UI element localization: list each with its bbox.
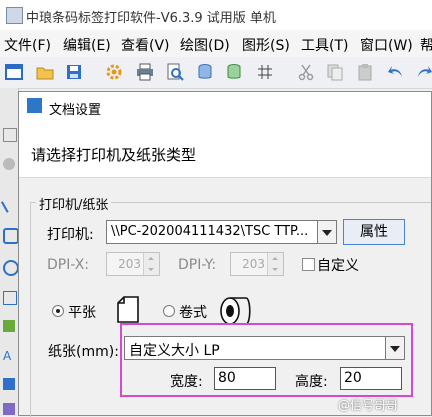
redo-icon[interactable] (414, 62, 432, 82)
roll-paper-icon (220, 296, 252, 326)
qrcode-tool-icon[interactable] (3, 403, 15, 415)
dialog-title: 文档设置 (49, 103, 102, 118)
height-input[interactable]: 20 (340, 367, 402, 390)
height-label: 高度: (295, 374, 328, 390)
paper-size-select[interactable]: 自定义大小 LP (124, 336, 386, 360)
width-label: 宽度: (170, 374, 203, 390)
paste-icon[interactable] (355, 62, 375, 82)
roll-paper-radio[interactable] (163, 305, 175, 317)
dpi-x-value: 203 (118, 257, 141, 271)
ellipse-tool-icon[interactable] (3, 260, 19, 276)
rect-tool-icon[interactable] (3, 228, 19, 244)
print-icon[interactable] (135, 62, 155, 82)
menu-file[interactable]: 文件(F) (4, 35, 51, 55)
dialog-icon (27, 98, 42, 113)
width-input[interactable]: 80 (214, 367, 276, 390)
barcode-tool-icon[interactable] (3, 378, 15, 390)
menu-window[interactable]: 窗口(W) (360, 35, 413, 55)
left-tool-strip: A (0, 88, 20, 416)
image-tool-icon[interactable] (3, 320, 15, 332)
database-icon[interactable] (195, 62, 215, 82)
sheet-paper-icon (117, 296, 139, 323)
menu-help[interactable]: 帮 (420, 35, 432, 55)
dialog-header: 请选择打印机及纸张类型 (19, 121, 431, 178)
dpi-x-label: DPI-X: (47, 257, 90, 273)
menu-tools[interactable]: 工具(T) (301, 35, 348, 55)
dpi-x-spinner (143, 253, 159, 275)
undo-icon[interactable] (386, 62, 406, 82)
custom-dpi-label: 自定义 (317, 258, 359, 274)
custom-dpi-checkbox[interactable] (302, 258, 315, 271)
printer-paper-group-label: 打印机/纸张 (36, 194, 112, 213)
grid-icon[interactable] (255, 62, 275, 82)
dialog-heading: 请选择打印机及纸张类型 (31, 146, 197, 164)
dialog-title-bar: 文档设置 (19, 92, 431, 121)
dpi-x-field: 203 (106, 252, 160, 276)
settings-gear-icon[interactable] (104, 62, 124, 82)
dpi-y-spinner (267, 253, 283, 275)
pointer-tool-icon[interactable] (3, 158, 15, 170)
print-preview-icon[interactable] (165, 62, 185, 82)
menu-edit[interactable]: 编辑(E) (63, 35, 111, 55)
window-title-bar: 中琅条码标签打印软件-V6.3.9 试用版 单机 (0, 0, 432, 30)
line-tool-icon[interactable] (0, 195, 20, 213)
flat-paper-label: 平张 (68, 305, 96, 321)
printer-dropdown-button[interactable] (317, 220, 337, 244)
database-connect-icon[interactable] (225, 62, 245, 82)
cut-icon[interactable] (296, 62, 316, 82)
window-title: 中琅条码标签打印软件-V6.3.9 试用版 单机 (26, 11, 276, 26)
flat-paper-radio[interactable] (52, 305, 64, 317)
menu-draw[interactable]: 绘图(D) (180, 35, 230, 55)
menu-view[interactable]: 查看(V) (121, 35, 170, 55)
dpi-y-value: 203 (242, 257, 265, 271)
app-icon (6, 7, 23, 24)
watermark: @信号哥哥 (338, 398, 399, 412)
toolbar (0, 57, 432, 89)
paper-label: 纸张(mm): (48, 344, 119, 360)
paper-size-dropdown-button[interactable] (385, 336, 405, 360)
properties-button[interactable]: 属性 (343, 219, 405, 245)
menu-bar: 文件(F) 编辑(E) 查看(V) 绘图(D) 图形(S) 工具(T) 窗口(W… (0, 30, 432, 57)
save-icon[interactable] (64, 62, 84, 82)
polygon-tool-icon[interactable] (3, 291, 17, 305)
open-folder-icon[interactable] (35, 62, 55, 82)
dpi-y-label: DPI-Y: (178, 257, 217, 273)
menu-shape[interactable]: 图形(S) (242, 35, 290, 55)
text-tool-icon[interactable]: A (3, 350, 15, 362)
printer-select[interactable]: \\PC-202004111432\TSC TTP... (106, 220, 318, 244)
new-icon[interactable] (4, 62, 24, 82)
roll-paper-label: 卷式 (179, 305, 207, 321)
select-tool-icon[interactable] (3, 128, 17, 142)
dpi-y-field: 203 (230, 252, 284, 276)
copy-icon[interactable] (325, 62, 345, 82)
printer-label: 打印机: (47, 227, 94, 243)
